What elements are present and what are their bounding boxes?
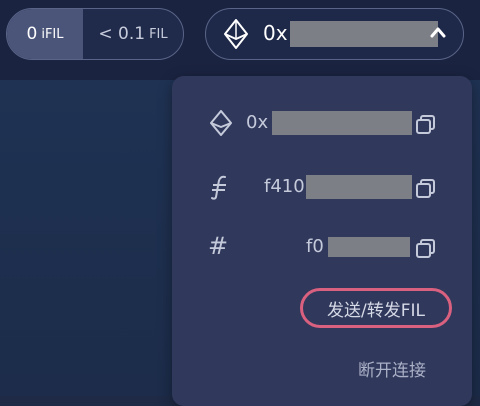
redacted-filecoin-address xyxy=(306,175,412,199)
wallet-address: 0x xyxy=(263,21,438,48)
eth-address-prefix: 0x xyxy=(246,112,269,133)
filecoin-icon xyxy=(211,175,226,200)
top-bar: 0 iFIL < 0.1 FIL 0x xyxy=(0,0,480,80)
send-fil-button[interactable]: 发送/转发FIL xyxy=(300,288,452,328)
redacted-id-address xyxy=(328,237,410,257)
ethereum-icon xyxy=(224,19,248,49)
fil-unit: FIL xyxy=(149,26,168,42)
wallet-dropdown: 0x f410 # f0 发送/转发FIL 断开连接 xyxy=(172,76,472,406)
fil-value: < 0.1 xyxy=(98,24,146,44)
chevron-up-icon[interactable] xyxy=(429,25,447,39)
wallet-button[interactable]: 0x xyxy=(205,8,464,60)
redacted-eth-address xyxy=(272,111,412,135)
ifil-balance[interactable]: 0 iFIL xyxy=(7,9,83,59)
copy-icon[interactable] xyxy=(416,115,436,135)
disconnect-button[interactable]: 断开连接 xyxy=(358,356,426,381)
copy-icon[interactable] xyxy=(416,239,436,259)
id-address-row: # f0 xyxy=(172,226,472,266)
ethereum-icon xyxy=(210,110,232,136)
balance-pill[interactable]: 0 iFIL < 0.1 FIL xyxy=(6,8,184,60)
fil-balance[interactable]: < 0.1 FIL xyxy=(83,9,183,59)
redacted-address xyxy=(289,21,438,48)
ifil-value: 0 xyxy=(26,24,38,44)
ifil-unit: iFIL xyxy=(41,26,64,42)
id-address-prefix: f0 xyxy=(306,236,324,257)
hash-icon: # xyxy=(208,232,229,260)
filecoin-address-prefix: f410 xyxy=(264,176,305,197)
filecoin-address-row: f410 xyxy=(172,166,472,206)
copy-icon[interactable] xyxy=(416,179,436,199)
eth-address-row: 0x xyxy=(172,102,472,142)
